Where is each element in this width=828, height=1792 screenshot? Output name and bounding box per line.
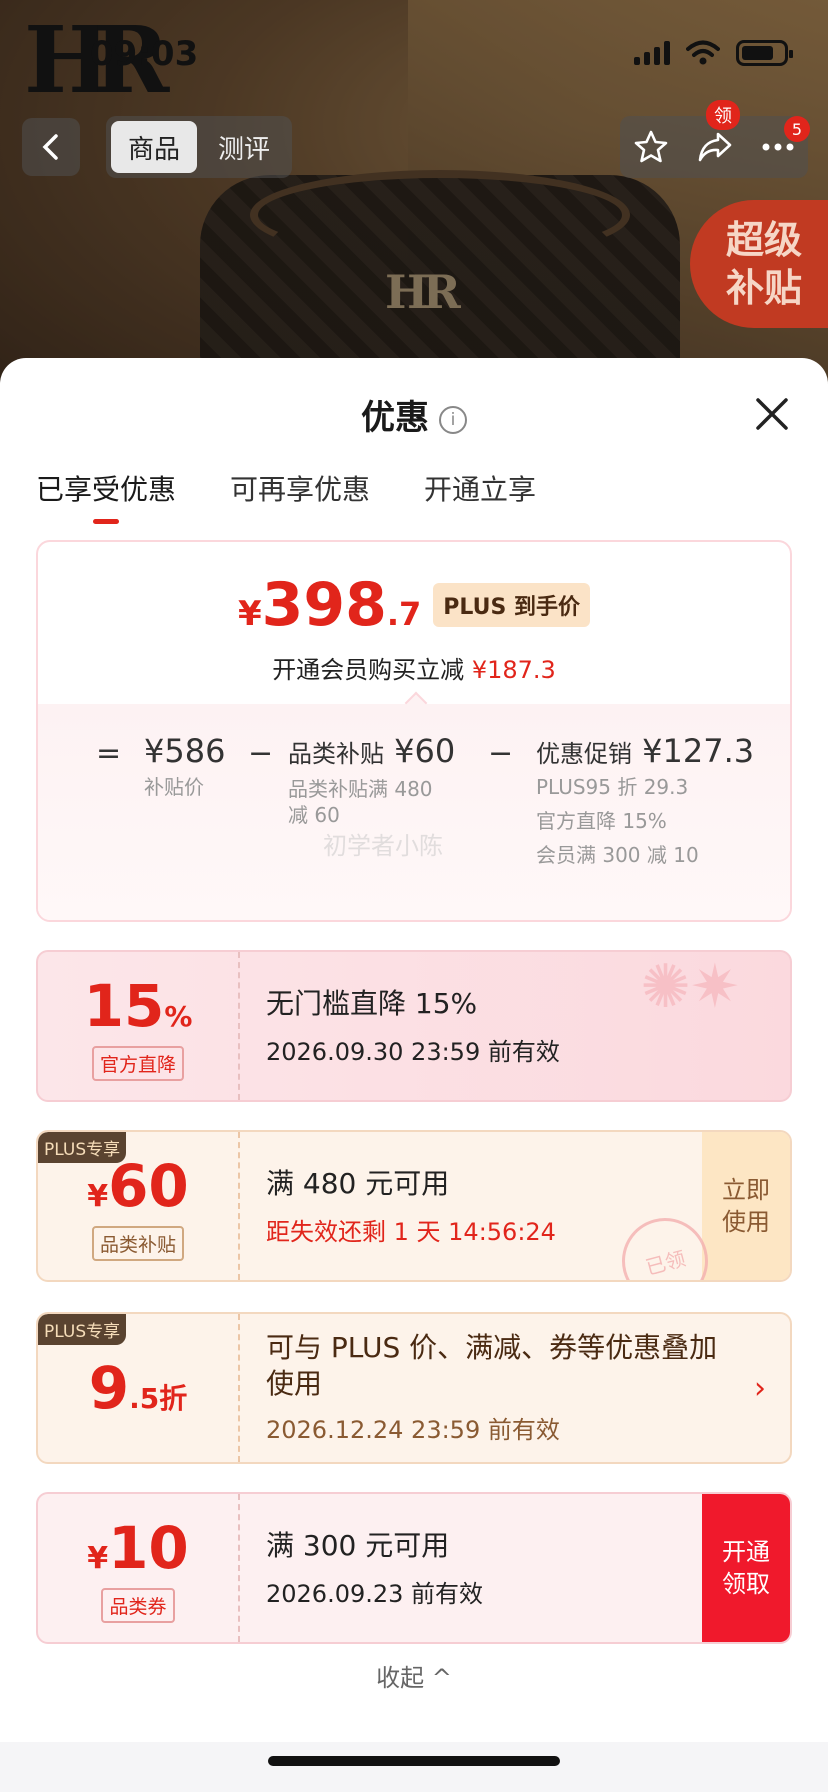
member-saving-text: 开通会员购买立减 ¥187.3 xyxy=(38,650,790,685)
minus-sign: − xyxy=(248,736,274,771)
coupon-validity: 2026.12.24 23:59 前有效 xyxy=(266,1416,560,1444)
coupon-category-subsidy: PLUS专享 ¥60 品类补贴 满 480 元可用 距失效还剩 1 天 14:5… xyxy=(36,1130,792,1282)
subsidy-note: 品类补贴满 480 xyxy=(288,777,433,801)
coupon-validity: 2026.09.23 前有效 xyxy=(266,1580,484,1608)
subsidy-label: 品类补贴 xyxy=(288,740,384,768)
star-favorite-icon[interactable] xyxy=(633,129,669,165)
product-review-switch[interactable]: 商品 测评 xyxy=(106,116,292,178)
coupon-plus-95-off[interactable]: PLUS专享 9.5折 可与 PLUS 价、满减、券等优惠叠加使用 2026.1… xyxy=(36,1312,792,1464)
base-price-value: ¥586 xyxy=(144,732,226,770)
more-icon[interactable] xyxy=(761,142,795,152)
coupon-value: 60 xyxy=(108,1151,189,1220)
sheet-title-wrap: 优惠 i xyxy=(0,390,828,439)
price-currency: ¥ xyxy=(237,594,262,634)
coupon-unit: % xyxy=(164,999,193,1033)
super-subsidy-label: 超级 补贴 xyxy=(726,218,803,310)
coupon-currency: ¥ xyxy=(87,1540,109,1576)
chevron-right-icon[interactable]: › xyxy=(730,1314,790,1462)
price-decimal: .7 xyxy=(386,595,422,633)
open-and-claim-label: 开通 领取 xyxy=(722,1538,770,1598)
coupon-validity: 2026.09.30 23:59 前有效 xyxy=(266,1038,560,1066)
tab-open-now[interactable]: 开通立享 xyxy=(424,468,536,508)
coupon-badge: 领 xyxy=(706,100,740,130)
coupon-title: 无门槛直降 15% xyxy=(266,987,478,1020)
coupon-official-discount: ✺ ✷ 15% 官方直降 无门槛直降 15% 2026.09.30 23:59 … xyxy=(36,950,792,1102)
coupon-title: 满 480 元可用 xyxy=(266,1167,450,1200)
battery-icon xyxy=(736,40,793,66)
watermark: 初学者小陈 xyxy=(323,832,443,860)
price-breakdown-card: ¥ 398 .7 PLUS 到手价 开通会员购买立减 ¥187.3 = ¥586… xyxy=(36,540,792,922)
info-icon[interactable]: i xyxy=(439,405,467,434)
plus-price-label: PLUS 到手价 xyxy=(433,583,591,627)
tab-more-discounts[interactable]: 可再享优惠 xyxy=(230,468,370,508)
home-indicator[interactable] xyxy=(268,1756,560,1766)
subsidy-value: ¥60 xyxy=(394,732,456,770)
promo-term: 优惠促销 ¥127.3 PLUS95 折 29.3 官方直降 15% 会员满 3… xyxy=(536,732,754,872)
coupon-title: 满 300 元可用 xyxy=(266,1529,450,1562)
final-price: ¥ 398 .7 PLUS 到手价 xyxy=(38,570,790,640)
subsidy-term: 品类补贴 ¥60 品类补贴满 480 减 60 xyxy=(288,732,488,828)
close-icon[interactable] xyxy=(752,394,792,434)
open-and-claim-button[interactable]: 开通 领取 xyxy=(702,1494,790,1642)
collapse-button[interactable]: 收起 ^ xyxy=(0,1658,828,1693)
chevron-left-icon xyxy=(42,134,58,160)
coupon-type-tag: 品类补贴 xyxy=(91,1225,184,1261)
coupon-unit: .5折 xyxy=(129,1382,188,1415)
subsidy-note: 减 60 xyxy=(288,803,340,827)
wifi-icon xyxy=(686,40,720,65)
back-button[interactable] xyxy=(22,118,80,176)
tab-enjoyed-discounts[interactable]: 已享受优惠 xyxy=(36,468,176,524)
discount-tabs: 已享受优惠 可再享优惠 开通立享 xyxy=(36,468,536,524)
base-price-note: 补贴价 xyxy=(144,775,204,799)
coupon-category-voucher: ¥10 品类券 满 300 元可用 2026.09.23 前有效 开通 领取 xyxy=(36,1492,792,1644)
status-time: 09:03 xyxy=(90,34,199,74)
share-icon[interactable] xyxy=(696,130,734,164)
base-price-term: ¥586 补贴价 xyxy=(144,732,240,804)
use-now-button[interactable]: 立即 使用 xyxy=(702,1132,790,1280)
promo-value: ¥127.3 xyxy=(642,732,755,770)
tab-review[interactable]: 测评 xyxy=(201,121,287,173)
coupon-value: 15 xyxy=(83,971,165,1040)
message-count-badge: 5 xyxy=(784,116,810,142)
coupon-currency: ¥ xyxy=(87,1178,109,1214)
promo-note: PLUS95 折 29.3 xyxy=(536,775,689,799)
promo-label: 优惠促销 xyxy=(536,740,632,768)
status-icons xyxy=(634,40,793,66)
price-integer: 398 xyxy=(261,570,387,640)
coupon-type-tag: 品类券 xyxy=(101,1587,175,1623)
equals-sign: = xyxy=(96,736,122,771)
member-saving-amount: ¥187.3 xyxy=(471,656,556,684)
member-saving-label: 开通会员购买立减 xyxy=(272,656,465,684)
tab-product[interactable]: 商品 xyxy=(111,121,197,173)
promo-note: 官方直降 15% xyxy=(536,809,667,833)
cellular-signal-icon xyxy=(634,41,670,65)
sheet-title: 优惠 xyxy=(361,398,429,438)
coupon-value: 10 xyxy=(108,1513,189,1582)
use-now-label: 立即 使用 xyxy=(722,1176,770,1236)
coupon-type-tag: 官方直降 xyxy=(91,1045,184,1081)
coupon-value: 9 xyxy=(88,1354,130,1422)
super-subsidy-tag[interactable]: 超级 补贴 xyxy=(690,200,828,328)
discount-sheet: 优惠 i 已享受优惠 可再享优惠 开通立享 ¥ 398 .7 PLUS 到手价 开… xyxy=(0,358,828,1742)
promo-note: 会员满 300 减 10 xyxy=(536,843,699,867)
coupon-title: 可与 PLUS 价、满减、券等优惠叠加使用 xyxy=(266,1331,718,1400)
minus-sign: − xyxy=(488,736,514,771)
